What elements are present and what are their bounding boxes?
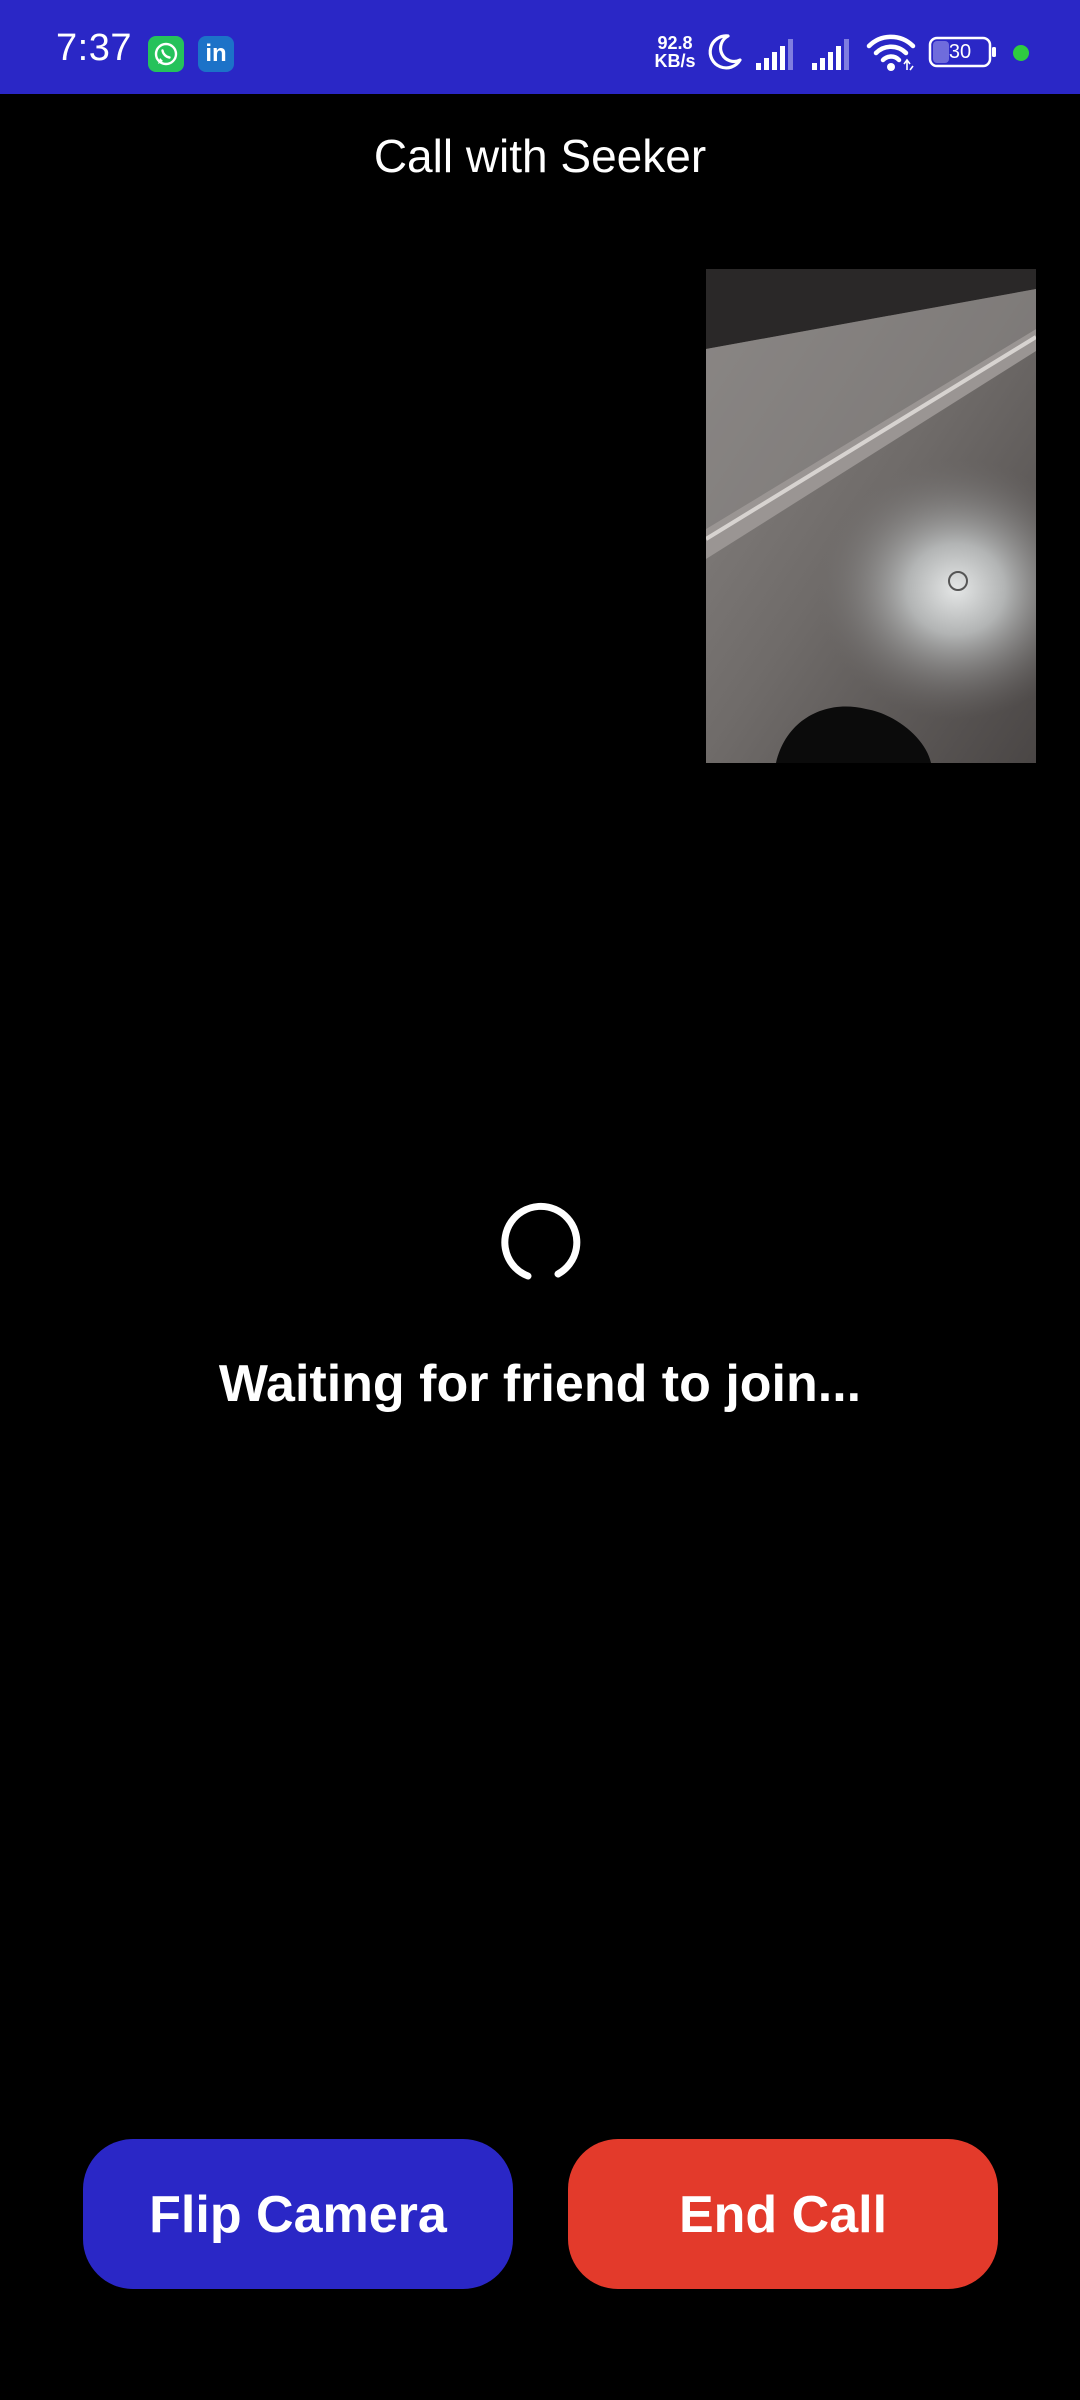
moon-icon bbox=[708, 34, 742, 70]
network-speed-unit: KB/s bbox=[654, 51, 696, 71]
status-dot-icon bbox=[1013, 45, 1029, 61]
wifi-icon bbox=[866, 34, 916, 71]
call-title: Call with Seeker bbox=[373, 130, 707, 182]
linkedin-glyph: in bbox=[205, 40, 227, 67]
battery-icon: 30 bbox=[928, 36, 998, 68]
linkedin-icon: in bbox=[198, 36, 234, 72]
status-time: 7:37 bbox=[56, 27, 132, 69]
signal-icon bbox=[756, 39, 793, 70]
loading-spinner-icon bbox=[501, 1202, 581, 1280]
self-video-preview[interactable] bbox=[706, 269, 1036, 763]
status-bar: 7:37 in 92.8 KB/s 30 bbox=[0, 0, 1080, 94]
battery-level: 30 bbox=[948, 41, 972, 63]
end-call-button[interactable]: End Call bbox=[568, 2139, 998, 2289]
waiting-status-text: Waiting for friend to join... bbox=[218, 1355, 862, 1413]
whatsapp-icon bbox=[148, 36, 184, 72]
call-screen: 7:37 in 92.8 KB/s 30 Call with Seeker Wa… bbox=[0, 0, 1080, 2400]
signal-icon-2 bbox=[812, 39, 849, 70]
flip-camera-button[interactable]: Flip Camera bbox=[83, 2139, 513, 2289]
network-speed-value: 92.8 bbox=[657, 33, 693, 53]
network-speed: 92.8 KB/s bbox=[650, 34, 700, 70]
